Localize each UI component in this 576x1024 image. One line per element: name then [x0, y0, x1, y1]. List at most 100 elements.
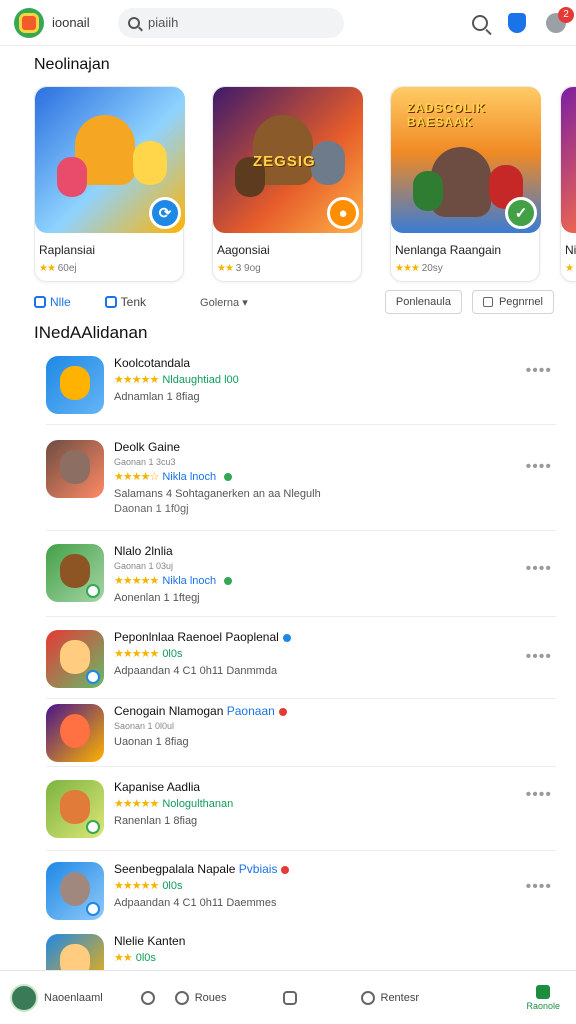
nav-routes[interactable]: Roues [174, 990, 227, 1005]
featured-card-name: Nenlanga Raangain [395, 243, 502, 257]
app-icon [46, 630, 104, 688]
more-options-icon[interactable]: •••• [526, 560, 552, 578]
game-art: ZADSCOLIK BAESAAK ✓ [391, 87, 541, 233]
app-screen: ioonail piaiih 2 Neolinajan ⟳ Raplansiai… [0, 0, 576, 1024]
book-icon [104, 296, 117, 308]
item-rating: ★★★★★ 0l0s [114, 647, 183, 661]
filter-link[interactable]: Tenk [104, 295, 146, 309]
divider [46, 424, 556, 425]
list-title: INedAAlidanan [34, 323, 148, 342]
app-logo-icon[interactable] [14, 7, 44, 38]
item-rating: ★★★★★ Nldaughtiad l00 [114, 373, 239, 387]
item-rating: ★★★★★ 0l0s [114, 879, 183, 893]
list-item[interactable]: Nlelie Kanten ★★ 0l0s [46, 934, 556, 970]
game-art: ZEGSIG ● [213, 87, 363, 233]
more-options-icon[interactable]: •••• [526, 648, 552, 666]
library-icon [282, 990, 297, 1005]
featured-carousel[interactable]: ⟳ Raplansiai ★★ 60ej ZEGSIG ● Aagonsiai … [34, 86, 576, 286]
item-sub: Saonan 1 0l0ul [114, 721, 175, 731]
shield-icon[interactable] [508, 12, 526, 33]
featured-card-meta: ★★ 3 9og [217, 263, 261, 274]
item-desc-secondary: Daonan 1 1f0gj [114, 503, 189, 515]
featured-card-meta: ★★★ 20sy [395, 263, 443, 274]
item-desc: Adnamlan 1 8fiag [114, 391, 200, 403]
search-input[interactable]: piaiih [118, 7, 344, 38]
app-icon [46, 356, 104, 414]
list-item[interactable]: Koolcotandala ★★★★★ Nldaughtiad l00 Adnam… [46, 356, 556, 432]
featured-card[interactable]: 2 Ni ★ [560, 86, 576, 282]
chat-icon [174, 990, 189, 1005]
nav-library[interactable] [282, 990, 297, 1005]
app-icon [46, 934, 104, 970]
list-item[interactable]: Kapanise Aadlia ★★★★★ Nologulthanan Ranen… [46, 780, 556, 856]
divider [46, 766, 556, 767]
item-rating: ★★★★★ Nologulthanan [114, 797, 234, 811]
game-art-title: ZADSCOLIK BAESAAK [407, 101, 486, 129]
heart-icon [360, 990, 375, 1005]
nav-profile[interactable]: Naoenlaaml [10, 983, 103, 1012]
list-item[interactable]: Cenogain Nlamogan Paonaan Saonan 1 0l0ul… [46, 704, 556, 780]
more-options-icon[interactable]: •••• [526, 786, 552, 804]
more-options-icon[interactable]: •••• [526, 458, 552, 476]
item-desc: Aonenlan 1 1ftegj [114, 592, 200, 604]
filter-checkbox-button[interactable]: Pegnrnel [471, 290, 554, 314]
list-item[interactable]: Peponlnlaa Raenoel Paoplenal ★★★★★ 0l0s A… [46, 630, 556, 706]
item-desc: Salamans 4 Sohtaganerken an aa Nlegulh [114, 488, 321, 500]
item-rating: ★★★★★ Nikla lnoch [114, 574, 514, 587]
featured-card[interactable]: ⟳ Raplansiai ★★ 60ej [34, 86, 185, 282]
filter-row: Nlle Tenk Golerna ▾ Ponlenaula Pegnrnel [34, 290, 554, 314]
more-options-icon[interactable]: •••• [526, 878, 552, 896]
featured-card[interactable]: ZADSCOLIK BAESAAK ✓ Nenlanga Raangain ★★… [390, 86, 541, 282]
list-item[interactable]: Nlalo 2lnlia Gaonan 1 03uj ★★★★★ Nikla ln… [46, 544, 556, 620]
featured-card-meta: ★★ 60ej [39, 263, 77, 274]
item-name: Cenogain Nlamogan Paonaan [114, 704, 514, 718]
game-art-title: ZEGSIG [253, 153, 316, 170]
item-sub: Gaonan 1 03uj [114, 561, 174, 571]
item-name: Koolcotandala [114, 356, 191, 370]
item-desc: Ranenlan 1 8fiag [114, 815, 198, 827]
game-art: 2 [561, 87, 576, 233]
top-icons: 2 [472, 6, 574, 33]
sort-dropdown[interactable]: Golerna ▾ [200, 296, 248, 309]
home-icon [536, 984, 551, 999]
item-rating: ★★ 0l0s [114, 951, 156, 965]
check-icon: ✓ [505, 197, 537, 229]
item-desc: Adpaandan 4 C1 0h11 Danmmda [114, 665, 278, 677]
share-icon [34, 296, 46, 308]
app-name: ioonail [52, 15, 90, 30]
avatar [10, 983, 38, 1012]
more-options-icon[interactable]: •••• [526, 362, 552, 380]
bottom-nav: Naoenlaaml Roues Rentesr Raonole [0, 970, 576, 1024]
nav-home[interactable]: Raonole [526, 984, 560, 1011]
list-item[interactable]: Seenbegpalala Napale Pvbiais ★★★★★ 0l0s A… [46, 862, 556, 938]
search-icon[interactable] [472, 14, 488, 31]
item-sub: Gaonan 1 3cu3 [114, 457, 176, 467]
checkbox-icon [482, 297, 493, 307]
app-icon [46, 704, 104, 762]
item-desc: Uaonan 1 8fiag [114, 736, 189, 748]
featured-card-name: Ni [565, 243, 576, 257]
nav-rentals[interactable]: Rentesr [360, 990, 419, 1005]
item-desc: Adpaandan 4 C1 0h11 Daemmes [114, 897, 277, 909]
app-icon [46, 862, 104, 920]
item-name: Kapanise Aadlia [114, 780, 201, 794]
game-art: ⟳ [35, 87, 185, 233]
filter-link[interactable]: Nlle [34, 295, 71, 309]
featured-card-name: Raplansiai [39, 243, 96, 257]
divider [46, 698, 556, 699]
refresh-icon: ⟳ [149, 197, 181, 229]
search-placeholder: piaiih [148, 15, 179, 30]
filter-button[interactable]: Ponlenaula [384, 290, 462, 314]
nav-refresh[interactable] [140, 990, 155, 1005]
featured-card-meta: ★ [565, 263, 574, 274]
divider [46, 850, 556, 851]
list-item[interactable]: Deolk Gaine Gaonan 1 3cu3 ★★★★☆ Nikla lno… [46, 440, 556, 516]
item-name: Peponlnlaa Raenoel Paoplenal [114, 630, 514, 644]
app-icon [46, 440, 104, 498]
notification-badge: 2 [558, 6, 574, 23]
item-name: Deolk Gaine [114, 440, 181, 454]
bell-icon[interactable]: 2 [546, 6, 574, 33]
search-icon [128, 16, 140, 29]
featured-card[interactable]: ZEGSIG ● Aagonsiai ★★ 3 9og [212, 86, 363, 282]
app-icon [46, 780, 104, 838]
